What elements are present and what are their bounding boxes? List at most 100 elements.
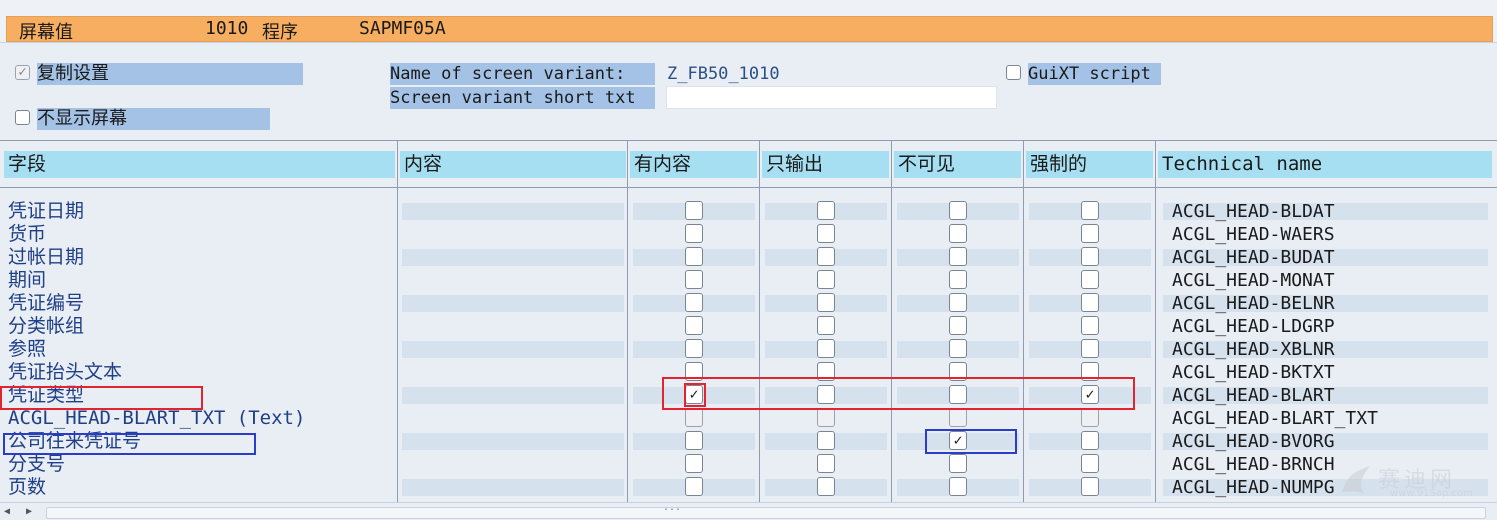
field-name: 凭证日期 [8, 200, 85, 222]
invisible-checkbox[interactable] [949, 316, 967, 335]
field-name: 参照 [8, 338, 47, 360]
output-only-checkbox[interactable] [817, 431, 835, 450]
variant-name-label: Name of screen variant: [390, 63, 655, 85]
with-content-checkbox[interactable] [685, 247, 703, 266]
column-header-required[interactable]: 强制的 [1026, 151, 1153, 178]
technical-name: ACGL_HEAD-BKTXT [1172, 362, 1335, 383]
invisible-checkbox[interactable] [949, 477, 967, 496]
row-stripe [402, 295, 624, 312]
required-checkbox[interactable] [1081, 224, 1099, 243]
column-header-field[interactable]: 字段 [4, 151, 395, 178]
required-checkbox[interactable] [1081, 477, 1099, 496]
guixt-script-label: GuiXT script [1028, 63, 1161, 85]
hide-screen-label: 不显示屏幕 [37, 108, 270, 130]
field-name: 过帐日期 [8, 246, 85, 268]
field-name: 货币 [8, 223, 47, 245]
row-stripe [402, 479, 624, 496]
hide-screen-checkbox[interactable] [15, 110, 30, 125]
technical-name: ACGL_HEAD-WAERS [1172, 224, 1335, 245]
variant-short-text-label: Screen variant short txt [390, 87, 655, 109]
scrollbar-thumb[interactable]: ... [46, 502, 1486, 519]
screen-number: 1010 [205, 18, 249, 39]
output-only-checkbox[interactable] [817, 293, 835, 312]
copy-settings-checkbox[interactable]: ✓ [15, 65, 30, 80]
program-label: 程序 [262, 22, 298, 43]
scroll-grip: ... [663, 502, 682, 513]
required-checkbox[interactable] [1081, 431, 1099, 450]
highlight-company-doc-row [3, 433, 256, 455]
invisible-checkbox[interactable] [949, 293, 967, 312]
with-content-checkbox[interactable] [685, 270, 703, 289]
required-checkbox[interactable] [1081, 247, 1099, 266]
copy-settings-label: 复制设置 [37, 63, 303, 85]
with-content-checkbox[interactable] [685, 201, 703, 220]
guixt-script-checkbox[interactable] [1006, 65, 1021, 80]
with-content-checkbox[interactable] [685, 477, 703, 496]
with-content-checkbox[interactable] [685, 224, 703, 243]
table-row[interactable]: 货币 ACGL_HEAD-WAERS [0, 223, 1497, 246]
technical-name: ACGL_HEAD-BUDAT [1172, 247, 1335, 268]
with-content-checkbox[interactable] [685, 316, 703, 335]
table-header: 字段 内容 有内容 只输出 不可见 强制的 Technical name [0, 141, 1497, 188]
output-only-checkbox[interactable] [817, 454, 835, 473]
row-stripe [402, 341, 624, 358]
column-header-content[interactable]: 内容 [400, 151, 626, 178]
table-row[interactable]: 凭证日期 ACGL_HEAD-BLDAT [0, 200, 1497, 223]
program-name: SAPMF05A [359, 18, 446, 39]
table-row[interactable]: 过帐日期 ACGL_HEAD-BUDAT [0, 246, 1497, 269]
column-header-technical-name[interactable]: Technical name [1158, 151, 1492, 178]
technical-name: ACGL_HEAD-XBLNR [1172, 339, 1335, 360]
table-row[interactable]: 期间 ACGL_HEAD-MONAT [0, 269, 1497, 292]
invisible-checkbox[interactable] [949, 270, 967, 289]
column-header-invisible[interactable]: 不可见 [894, 151, 1021, 178]
variant-name-value[interactable]: Z_FB50_1010 [667, 64, 780, 84]
field-name: 页数 [8, 476, 47, 498]
column-header-output-only[interactable]: 只输出 [762, 151, 889, 178]
required-checkbox[interactable] [1081, 293, 1099, 312]
watermark-dragon-icon [1342, 466, 1370, 494]
field-name: 分类帐组 [8, 315, 85, 337]
table-row[interactable]: 凭证编号 ACGL_HEAD-BELNR [0, 292, 1497, 315]
screen-values-title-bar: 屏幕值 1010 程序 SAPMF05A [6, 16, 1493, 43]
table-row[interactable]: 分支号 ACGL_HEAD-BRNCH [0, 453, 1497, 476]
table-row[interactable]: 页数 ACGL_HEAD-NUMPG [0, 476, 1497, 499]
required-checkbox[interactable] [1081, 316, 1099, 335]
with-content-checkbox[interactable] [685, 454, 703, 473]
with-content-checkbox [685, 408, 703, 427]
field-name: 分支号 [8, 453, 66, 475]
required-checkbox[interactable] [1081, 270, 1099, 289]
variant-short-text-input[interactable] [666, 86, 997, 109]
required-checkbox[interactable] [1081, 454, 1099, 473]
column-header-with-content[interactable]: 有内容 [630, 151, 757, 178]
output-only-checkbox[interactable] [817, 316, 835, 335]
table-row[interactable]: 分类帐组 ACGL_HEAD-LDGRP [0, 315, 1497, 338]
technical-name: ACGL_HEAD-BRNCH [1172, 454, 1335, 475]
invisible-checkbox[interactable] [949, 339, 967, 358]
invisible-checkbox[interactable] [949, 454, 967, 473]
row-stripe [402, 433, 624, 450]
output-only-checkbox[interactable] [817, 339, 835, 358]
output-only-checkbox[interactable] [817, 247, 835, 266]
with-content-checkbox[interactable] [685, 293, 703, 312]
watermark-logo: 赛迪网 www.91Sap.com [1338, 462, 1478, 502]
field-name: 凭证编号 [8, 292, 85, 314]
output-only-checkbox[interactable] [817, 270, 835, 289]
scroll-left-icon[interactable]: ◀ [4, 506, 10, 517]
output-only-checkbox[interactable] [817, 201, 835, 220]
required-checkbox[interactable] [1081, 339, 1099, 358]
table-row[interactable]: 参照 ACGL_HEAD-XBLNR [0, 338, 1497, 361]
output-only-checkbox[interactable] [817, 224, 835, 243]
invisible-checkbox[interactable] [949, 224, 967, 243]
with-content-checkbox[interactable] [685, 339, 703, 358]
technical-name: ACGL_HEAD-MONAT [1172, 270, 1335, 291]
horizontal-scrollbar[interactable]: ◀ ▶ ... [0, 502, 1497, 520]
required-checkbox[interactable] [1081, 201, 1099, 220]
technical-name: ACGL_HEAD-NUMPG [1172, 477, 1335, 498]
scroll-right-icon[interactable]: ▶ [26, 506, 32, 517]
invisible-checkbox[interactable] [949, 247, 967, 266]
field-name: 期间 [8, 269, 47, 291]
invisible-checkbox[interactable] [949, 201, 967, 220]
output-only-checkbox[interactable] [817, 477, 835, 496]
with-content-checkbox[interactable] [685, 431, 703, 450]
table-row[interactable]: ACGL_HEAD-BLART_TXT (Text) ACGL_HEAD-BLAR… [0, 407, 1497, 430]
